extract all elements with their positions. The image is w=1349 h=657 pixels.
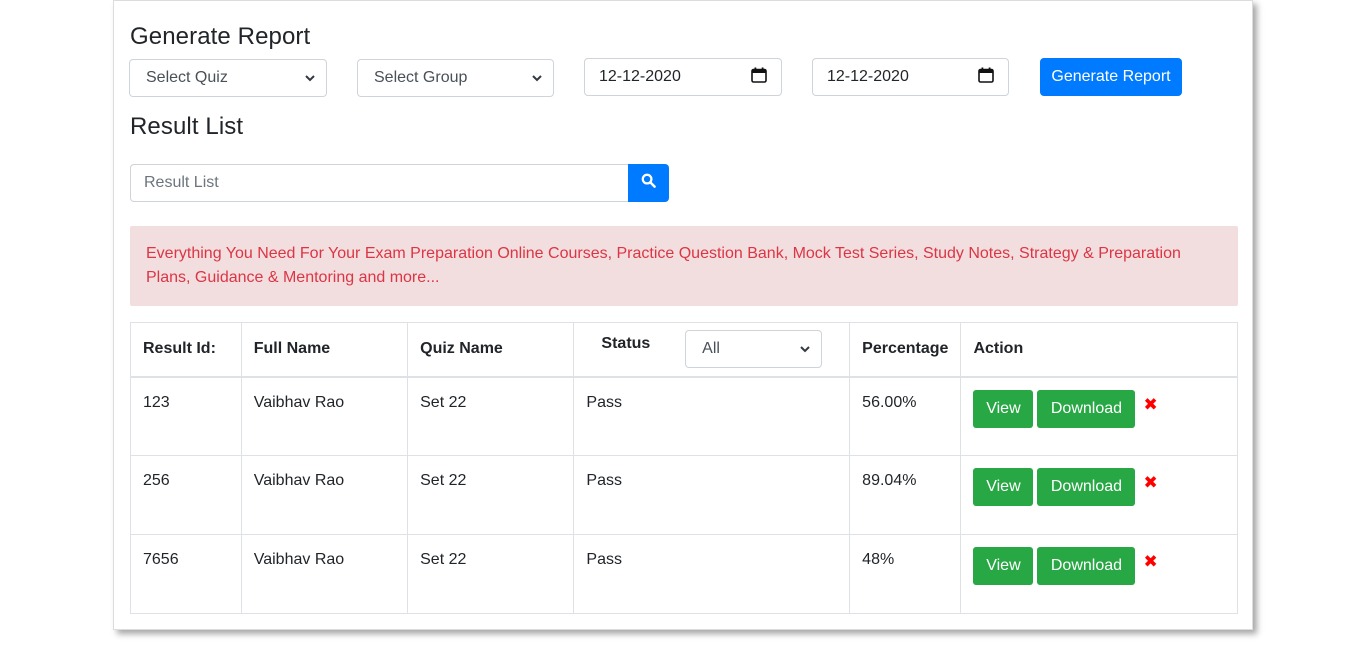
close-icon[interactable]: ✖ xyxy=(1143,395,1157,415)
cell-percentage: 56.00% xyxy=(849,376,962,456)
view-button[interactable]: View xyxy=(973,468,1034,506)
quiz-select-value: Select Quiz xyxy=(146,69,228,86)
cell-action: View Download ✖ xyxy=(960,455,1238,535)
cell-quiz-name: Set 22 xyxy=(407,534,575,614)
date-from-value: 12-12-2020 xyxy=(599,68,681,85)
chevron-down-icon xyxy=(799,343,811,355)
close-icon[interactable]: ✖ xyxy=(1143,473,1157,493)
header-status: Status All xyxy=(573,322,851,378)
search-input[interactable]: Result List xyxy=(130,164,629,202)
cell-result-id: 7656 xyxy=(130,534,242,614)
status-filter-select[interactable]: All xyxy=(685,330,823,369)
results-table: Result Id: Full Name Quiz Name Status Al… xyxy=(130,322,1238,614)
generate-report-title: Generate Report xyxy=(130,23,311,50)
download-button[interactable]: Download xyxy=(1037,547,1136,585)
table-row: 123 Vaibhav Rao Set 22 Pass 56.00% View … xyxy=(130,376,1238,456)
chevron-down-icon xyxy=(304,72,316,84)
view-button[interactable]: View xyxy=(973,547,1034,585)
header-status-label: Status xyxy=(601,335,651,353)
chevron-down-icon xyxy=(531,72,543,84)
report-card: Generate Report Select Quiz Select Group… xyxy=(113,0,1253,630)
cell-action: View Download ✖ xyxy=(960,376,1238,456)
calendar-icon[interactable] xyxy=(751,67,767,88)
cell-quiz-name: Set 22 xyxy=(407,376,575,456)
cell-percentage: 48% xyxy=(849,534,962,614)
download-button[interactable]: Download xyxy=(1037,389,1136,428)
cell-result-id: 256 xyxy=(130,455,242,535)
cell-status: Pass xyxy=(573,534,851,614)
download-button[interactable]: Download xyxy=(1037,468,1136,506)
status-filter-value: All xyxy=(702,340,720,358)
alert-text: Everything You Need For Your Exam Prepar… xyxy=(146,245,1181,286)
header-percentage: Percentage xyxy=(849,322,962,378)
header-result-id: Result Id: xyxy=(130,322,242,378)
header-full-name: Full Name xyxy=(240,322,409,378)
cell-quiz-name: Set 22 xyxy=(407,455,575,535)
quiz-select[interactable]: Select Quiz xyxy=(129,59,327,97)
info-alert: Everything You Need For Your Exam Prepar… xyxy=(130,226,1238,306)
cell-status: Pass xyxy=(573,376,851,456)
cell-status: Pass xyxy=(573,455,851,535)
cell-full-name: Vaibhav Rao xyxy=(240,534,409,614)
group-select-value: Select Group xyxy=(374,69,468,86)
search-button[interactable] xyxy=(628,164,669,202)
group-select[interactable]: Select Group xyxy=(357,59,554,97)
calendar-icon[interactable] xyxy=(978,67,994,88)
search-icon xyxy=(641,173,656,193)
date-from-input[interactable]: 12-12-2020 xyxy=(584,58,782,96)
close-icon[interactable]: ✖ xyxy=(1143,552,1157,572)
table-row: 7656 Vaibhav Rao Set 22 Pass 48% View Do… xyxy=(130,534,1238,614)
cell-result-id: 123 xyxy=(130,376,242,456)
generate-report-button[interactable]: Generate Report xyxy=(1040,58,1182,96)
header-quiz-name: Quiz Name xyxy=(407,322,575,378)
date-to-value: 12-12-2020 xyxy=(827,68,909,85)
header-action: Action xyxy=(960,322,1238,378)
cell-full-name: Vaibhav Rao xyxy=(240,376,409,456)
cell-full-name: Vaibhav Rao xyxy=(240,455,409,535)
result-list-title: Result List xyxy=(130,113,244,140)
cell-action: View Download ✖ xyxy=(960,534,1238,614)
table-header-row: Result Id: Full Name Quiz Name Status Al… xyxy=(130,322,1238,378)
cell-percentage: 89.04% xyxy=(849,455,962,535)
view-button[interactable]: View xyxy=(973,389,1034,428)
table-row: 256 Vaibhav Rao Set 22 Pass 89.04% View … xyxy=(130,455,1238,535)
date-to-input[interactable]: 12-12-2020 xyxy=(812,58,1009,96)
